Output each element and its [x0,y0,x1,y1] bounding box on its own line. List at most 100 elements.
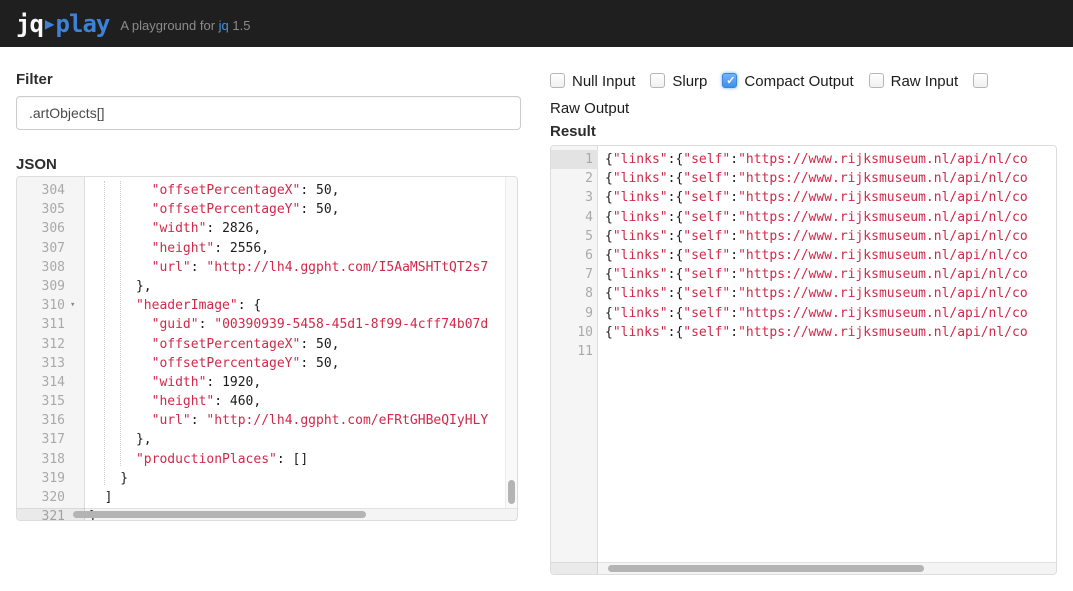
code-line-314[interactable]: 314 "width": 1920, [17,373,517,392]
gutter-cell: 312 [17,335,85,354]
fold-gutter-spacer [70,335,85,354]
gutter-cell: 310▾ [17,296,85,315]
code-line-304[interactable]: 304 "offsetPercentageX": 50, [17,181,517,200]
code-line-311[interactable]: 311 "guid": "00390939-5458-45d1-8f99-4cf… [17,315,517,334]
fold-arrow-icon[interactable]: ▾ [70,296,85,315]
code-text: {"links":{"self":"https://www.rijksmuseu… [598,265,1028,284]
code-text: {"links":{"self":"https://www.rijksmuseu… [598,150,1028,169]
code-text[interactable]: "height": 460, [85,392,261,411]
code-line-4: 4{"links":{"self":"https://www.rijksmuse… [551,208,1056,227]
code-text[interactable]: } [85,469,128,488]
result-label: Result [550,123,596,140]
code-line-318[interactable]: 318 "productionPlaces": [] [17,450,517,469]
json-editor-horizontal-scrollbar-thumb[interactable] [73,511,366,518]
code-text[interactable]: "offsetPercentageY": 50, [85,200,339,219]
code-text[interactable]: ] [85,488,112,507]
logo-play-text: play [56,10,110,38]
code-text[interactable]: "height": 2556, [85,239,269,258]
line-number: 311 [17,315,70,334]
gutter-cell: 316 [17,411,85,430]
code-text[interactable]: "productionPlaces": [] [85,450,308,469]
checkbox-raw-input[interactable] [869,73,884,88]
code-text[interactable]: "url": "http://lh4.ggpht.com/eFRtGHBeQIy… [85,411,488,430]
fold-gutter-spacer [70,392,85,411]
line-number: 2 [551,169,598,188]
code-line-308[interactable]: 308 "url": "http://lh4.ggpht.com/I5AaMSH… [17,258,517,277]
checkbox-slurp[interactable] [650,73,665,88]
result-editor-horizontal-scrollbar[interactable] [551,562,1056,574]
option-label-compact-output[interactable]: Compact Output [744,68,853,95]
fold-gutter-spacer [70,219,85,238]
gutter-cell: 3 [551,188,598,207]
code-text[interactable]: "offsetPercentageX": 50, [85,181,339,200]
code-text[interactable]: "offsetPercentageX": 50, [85,335,339,354]
option-label-slurp[interactable]: Slurp [672,68,707,95]
gutter-cell: 11 [551,342,598,361]
json-editor-horizontal-scrollbar[interactable] [17,508,517,520]
code-line-320[interactable]: 320 ] [17,488,517,507]
code-line-315[interactable]: 315 "height": 460, [17,392,517,411]
jqplay-logo[interactable]: jq▶play [16,10,109,38]
gutter-cell: 9 [551,304,598,323]
filter-input[interactable] [16,96,521,130]
jq-link[interactable]: jq [219,18,229,33]
option-label-raw-output[interactable]: Raw Output [550,95,629,122]
checkbox-raw-output[interactable] [973,73,988,88]
gutter-cell: 7 [551,265,598,284]
option-label-raw-input[interactable]: Raw Input [891,68,959,95]
checkbox-null-input[interactable] [550,73,565,88]
code-text[interactable]: "headerImage": { [85,296,261,315]
gutter-cell: 305 [17,200,85,219]
app-header: jq▶play A playground for jq 1.5 [0,0,1073,47]
code-line-1: 1{"links":{"self":"https://www.rijksmuse… [551,150,1056,169]
result-editor: 1{"links":{"self":"https://www.rijksmuse… [550,145,1057,575]
json-editor-vertical-scrollbar-thumb[interactable] [508,480,515,504]
line-number: 320 [17,488,70,507]
line-number: 6 [551,246,598,265]
option-raw-input[interactable]: Raw Input [869,73,959,90]
code-text: {"links":{"self":"https://www.rijksmuseu… [598,246,1028,265]
checkbox-compact-output[interactable]: ✓ [722,73,737,88]
code-text[interactable]: }, [85,430,152,449]
result-editor-horizontal-scrollbar-thumb[interactable] [608,565,924,572]
code-line-11: 11 [551,342,1056,361]
gutter-cell: 308 [17,258,85,277]
code-text[interactable]: "url": "http://lh4.ggpht.com/I5AaMSHTtQT… [85,258,488,277]
json-editor-vertical-scrollbar[interactable] [505,177,517,508]
gutter-cell: 307 [17,239,85,258]
code-line-307[interactable]: 307 "height": 2556, [17,239,517,258]
fold-gutter-spacer [70,354,85,373]
code-text: {"links":{"self":"https://www.rijksmuseu… [598,169,1028,188]
line-number: 1 [551,150,598,169]
code-text[interactable]: "offsetPercentageY": 50, [85,354,339,373]
code-line-309[interactable]: 309 }, [17,277,517,296]
check-icon: ✓ [723,74,738,89]
code-line-319[interactable]: 319 } [17,469,517,488]
line-number: 305 [17,200,70,219]
code-line-306[interactable]: 306 "width": 2826, [17,219,517,238]
gutter-cell: 315 [17,392,85,411]
fold-gutter-spacer [70,315,85,334]
code-line-305[interactable]: 305 "offsetPercentageY": 50, [17,200,517,219]
code-text[interactable]: "width": 2826, [85,219,261,238]
code-line-312[interactable]: 312 "offsetPercentageX": 50, [17,335,517,354]
option-null-input[interactable]: Null Input [550,73,635,90]
code-text[interactable]: }, [85,277,152,296]
option-compact-output[interactable]: ✓Compact Output [722,73,853,90]
gutter-cell: 5 [551,227,598,246]
gutter-cell: 10 [551,323,598,342]
line-number: 316 [17,411,70,430]
subtitle-version: 1.5 [229,18,251,33]
gutter-cell: 8 [551,284,598,303]
code-line-317[interactable]: 317 }, [17,430,517,449]
json-label: JSON [16,156,57,173]
code-line-316[interactable]: 316 "url": "http://lh4.ggpht.com/eFRtGHB… [17,411,517,430]
code-text[interactable]: "guid": "00390939-5458-45d1-8f99-4cff74b… [85,315,488,334]
line-number: 308 [17,258,70,277]
option-label-null-input[interactable]: Null Input [572,68,635,95]
code-text[interactable]: "width": 1920, [85,373,261,392]
option-slurp[interactable]: Slurp [650,73,707,90]
code-line-310[interactable]: 310▾ "headerImage": { [17,296,517,315]
code-line-313[interactable]: 313 "offsetPercentageY": 50, [17,354,517,373]
json-editor[interactable]: 304 "offsetPercentageX": 50,305 "offsetP… [16,176,518,521]
